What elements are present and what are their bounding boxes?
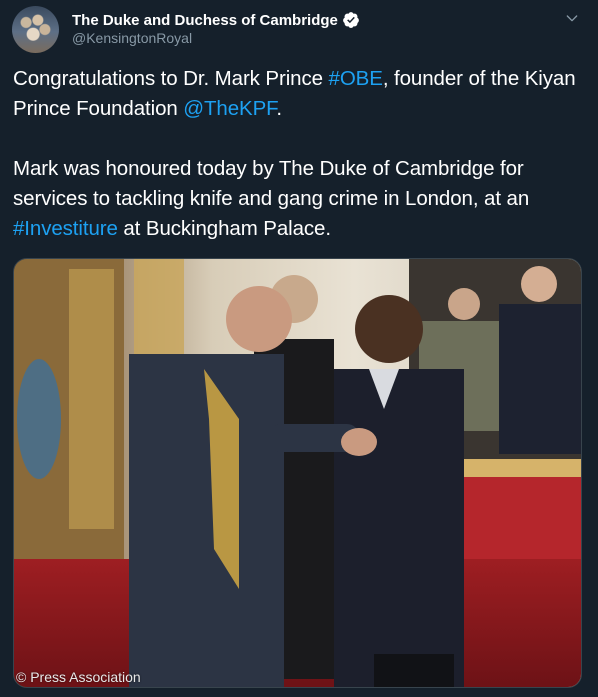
mention-thekpf-link[interactable]: @TheKPF [183, 97, 276, 120]
tweet-paragraph-2: Mark was honoured today by The Duke of C… [13, 154, 585, 244]
author-avatar[interactable] [12, 6, 59, 53]
recipient-head [355, 295, 423, 363]
tweet-text: Congratulations to Dr. Mark Prince #OBE,… [13, 64, 585, 244]
tweet-text-segment: . [276, 97, 282, 120]
recipient-suit [334, 369, 464, 687]
hashtag-obe-link[interactable]: #OBE [329, 67, 383, 90]
verified-badge-icon [343, 12, 359, 28]
author-handle[interactable]: @KensingtonRoyal [72, 30, 192, 46]
vase [17, 359, 61, 479]
author-name-row[interactable]: The Duke and Duchess of Cambridge [72, 10, 360, 30]
duke-uniform [129, 354, 284, 687]
investiture-photo [14, 259, 581, 687]
photo-credit: © Press Association [16, 669, 141, 685]
tweet-photo[interactable]: © Press Association [13, 258, 582, 688]
tweet-text-segment: Congratulations to Dr. Mark Prince [13, 67, 329, 90]
duke-head [226, 286, 292, 352]
chevron-down-icon[interactable] [564, 10, 580, 26]
hashtag-investiture-link[interactable]: #Investiture [13, 217, 118, 240]
author-display-name[interactable]: The Duke and Duchess of Cambridge [72, 12, 338, 29]
tweet-text-segment: Mark was honoured today by The Duke of C… [13, 157, 530, 210]
tweet-header: The Duke and Duchess of Cambridge @Kensi… [12, 6, 586, 53]
tweet-paragraph-1: Congratulations to Dr. Mark Prince #OBE,… [13, 64, 585, 124]
tweet-text-segment: at Buckingham Palace. [117, 217, 331, 240]
